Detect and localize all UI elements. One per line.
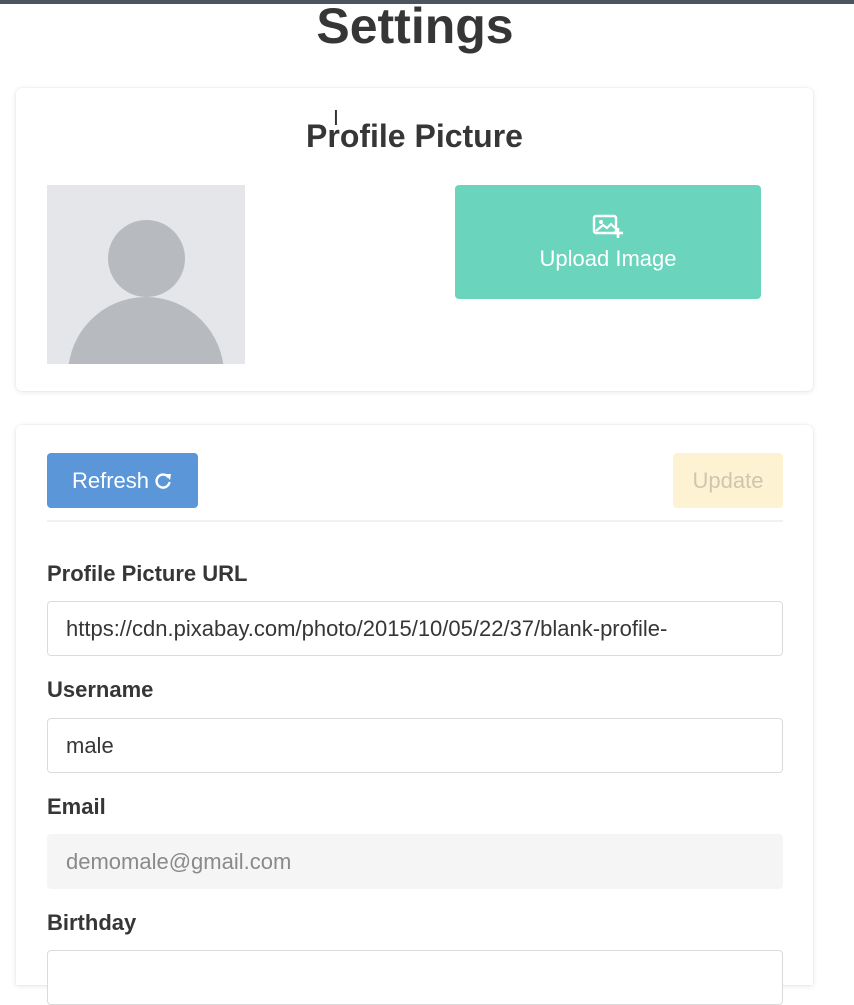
email-input (47, 834, 783, 889)
refresh-button[interactable]: Refresh (47, 453, 198, 508)
default-avatar-icon (47, 185, 245, 364)
avatar-body (68, 297, 224, 364)
refresh-label: Refresh (71, 467, 150, 493)
profile-picture-card: Profile Picture Upload Image (16, 88, 813, 391)
profile-picture-url-input[interactable] (47, 601, 783, 656)
profile-picture-title: Profile Picture (306, 118, 523, 154)
divider (47, 520, 783, 522)
username-label: Username (47, 677, 154, 702)
settings-form-card: Refresh Update Profile Picture URL Usern… (16, 425, 813, 1005)
upload-image-label: Upload Image (539, 246, 677, 271)
birthday-input[interactable] (47, 950, 783, 1005)
birthday-label: Birthday (47, 910, 137, 935)
upload-image-button[interactable]: Upload Image (455, 185, 761, 299)
image-add-icon (592, 214, 623, 238)
profile-picture-url-label: Profile Picture URL (47, 561, 248, 586)
refresh-icon (155, 472, 172, 489)
page-title: Settings (316, 0, 514, 54)
username-input[interactable] (47, 718, 783, 773)
email-label: Email (47, 794, 106, 819)
text-cursor-icon: I (333, 106, 339, 130)
update-button[interactable]: Update (673, 453, 783, 508)
avatar-head (108, 220, 185, 297)
